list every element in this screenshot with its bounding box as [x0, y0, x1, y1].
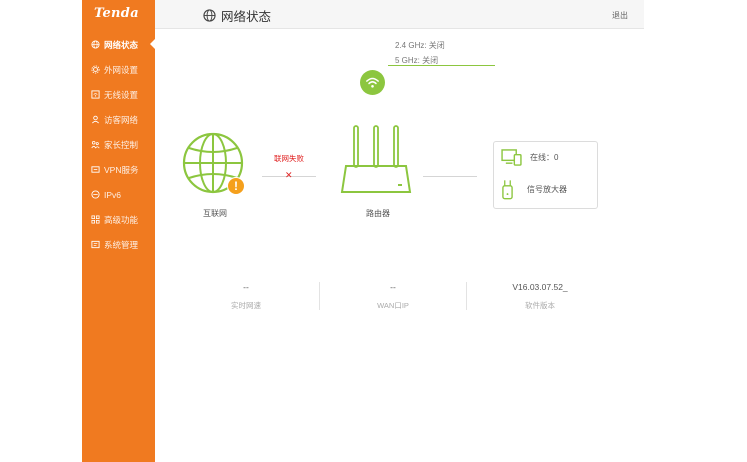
- sidebar-item-label: IPv6: [104, 189, 122, 200]
- page-title-text: 网络状态: [221, 10, 272, 24]
- stat-firmware-version: V16.03.07.52_ 软件版本: [465, 282, 615, 311]
- router-label: 路由器: [366, 209, 390, 218]
- main-content: 网络状态 退出 2.4 GHz: 关闭 5 GHz: 关闭 ! 互联网 联网失败…: [155, 0, 644, 462]
- right-gutter: [644, 0, 747, 462]
- logout-link[interactable]: 退出: [612, 10, 628, 21]
- left-gutter: [0, 0, 82, 462]
- internet-label: 互联网: [203, 209, 227, 218]
- connection-fail-text: 联网失败: [274, 154, 304, 163]
- wifi-connector-line: [388, 65, 495, 66]
- stat-label: WAN口IP: [377, 301, 409, 310]
- wifi-icon: [366, 77, 379, 88]
- grid-icon: [91, 215, 100, 224]
- sidebar-item-system[interactable]: 系统管理: [82, 232, 155, 257]
- connection-fail-icon: ✕: [285, 170, 293, 180]
- online-devices-row[interactable]: 在线：0: [501, 149, 558, 166]
- alert-icon: !: [227, 177, 245, 195]
- sidebar-item-label: VPN服务: [104, 164, 139, 175]
- sidebar: Tenda 网络状态 外网设置 无线设置 访客网络 家长控制 VPN服务 IPv…: [82, 0, 155, 462]
- clients-panel[interactable]: 在线：0 信号放大器: [493, 141, 598, 209]
- online-count: 在线：0: [530, 153, 559, 162]
- globe-icon: [91, 40, 100, 49]
- devices-icon: [501, 149, 522, 166]
- vpn-icon: [91, 165, 100, 174]
- gear-icon: [91, 65, 100, 74]
- sidebar-item-label: 访客网络: [104, 114, 139, 125]
- sidebar-item-label: 外网设置: [104, 64, 139, 75]
- sidebar-item-vpn[interactable]: VPN服务: [82, 157, 155, 182]
- tenda-logo: Tenda: [94, 6, 139, 21]
- sidebar-item-label: 系统管理: [104, 239, 139, 250]
- sidebar-item-wan-settings[interactable]: 外网设置: [82, 57, 155, 82]
- family-icon: [91, 140, 100, 149]
- stat-label: 实时网速: [231, 301, 261, 310]
- stat-wan-ip: -- WAN口IP: [318, 282, 468, 311]
- sidebar-item-label: 网络状态: [104, 39, 139, 50]
- sidebar-item-wireless-settings[interactable]: 无线设置: [82, 82, 155, 107]
- sidebar-item-guest-network[interactable]: 访客网络: [82, 107, 155, 132]
- sidebar-item-label: 高级功能: [104, 214, 139, 225]
- sidebar-nav: 网络状态 外网设置 无线设置 访客网络 家长控制 VPN服务 IPv6 高级功能…: [82, 32, 155, 257]
- sidebar-item-parental-control[interactable]: 家长控制: [82, 132, 155, 157]
- sidebar-item-ipv6[interactable]: IPv6: [82, 182, 155, 207]
- page-header: 网络状态 退出: [155, 0, 644, 29]
- sidebar-item-advanced[interactable]: 高级功能: [82, 207, 155, 232]
- stat-value: V16.03.07.52_: [512, 282, 568, 292]
- signal-extender-icon: [502, 180, 513, 200]
- ipv6-icon: [91, 190, 100, 199]
- status-stats: -- 实时网速 -- WAN口IP V16.03.07.52_ 软件版本: [155, 282, 644, 314]
- stat-value: --: [390, 282, 396, 292]
- stat-value: --: [243, 282, 249, 292]
- system-icon: [91, 240, 100, 249]
- guest-icon: [91, 115, 100, 124]
- stat-label: 软件版本: [525, 301, 555, 310]
- sidebar-item-network-status[interactable]: 网络状态: [82, 32, 155, 57]
- extender-row[interactable]: 信号放大器: [502, 179, 567, 200]
- wifi-24-status: 2.4 GHz: 关闭: [395, 41, 445, 50]
- sidebar-item-label: 无线设置: [104, 89, 139, 100]
- sidebar-item-label: 家长控制: [104, 139, 139, 150]
- wifi-box-icon: [91, 90, 100, 99]
- wifi-info: 2.4 GHz: 关闭 5 GHz: 关闭: [395, 38, 445, 68]
- globe-icon: [203, 9, 216, 22]
- wifi-button[interactable]: [360, 70, 385, 95]
- page-title: 网络状态: [203, 6, 271, 25]
- stat-realtime-speed: -- 实时网速: [171, 282, 321, 311]
- extender-label: 信号放大器: [527, 185, 567, 194]
- router-icon[interactable]: [340, 122, 412, 197]
- router-link-line: [423, 176, 477, 177]
